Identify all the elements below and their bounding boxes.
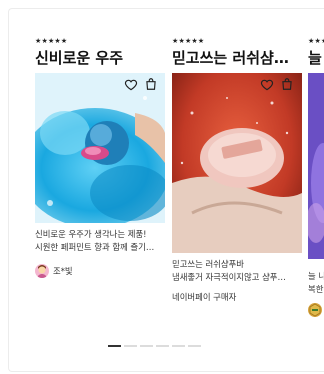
reviewer: [308, 303, 322, 317]
review-text: 늘 나 복한: [308, 270, 324, 296]
review-title: 늘: [308, 49, 322, 67]
avatar: [35, 264, 49, 278]
review-text-line: 신비로운 우주가 생각나는 제품!: [35, 229, 147, 239]
rating-stars: ★★★★★: [172, 37, 205, 45]
product-image[interactable]: [308, 73, 324, 259]
reviewer: 네이버페이 구매자: [172, 291, 236, 303]
review-text: 믿고쓰는 러쉬샴푸바 냄새좋거 자극적이지않고 샴푸…: [172, 258, 302, 284]
reviewer: 조*빛: [35, 264, 73, 278]
pagination-dot[interactable]: [188, 345, 201, 347]
shopping-bag-icon[interactable]: [280, 77, 294, 91]
review-text-line: 시원한 페퍼민트 향과 함께 즐기…: [35, 242, 155, 252]
review-text: 신비로운 우주가 생각나는 제품! 시원한 페퍼민트 향과 함께 즐기…: [35, 228, 167, 254]
reviewer-name: 네이버페이 구매자: [172, 292, 237, 302]
review-carousel: ★★★★★ 신비로운 우주 신비로운 우주가 생각나는 제품! 시원한 페퍼민트…: [8, 8, 324, 372]
reviewer-name: 조*빛: [53, 266, 73, 276]
heart-icon[interactable]: [260, 78, 274, 92]
rating-stars: ★★★★★: [35, 37, 68, 45]
review-text-line: 늘 나: [308, 271, 324, 281]
review-title: 믿고쓰는 러쉬샴…: [172, 49, 289, 67]
product-image[interactable]: [35, 73, 165, 223]
pagination-dot[interactable]: [108, 345, 121, 347]
shopping-bag-icon[interactable]: [144, 77, 158, 91]
review-text-line: 믿고쓰는 러쉬샴푸바: [172, 259, 245, 269]
avatar: [308, 303, 322, 317]
pagination-dot[interactable]: [172, 345, 185, 347]
carousel-pagination: [108, 345, 201, 347]
review-text-line: 냄새좋거 자극적이지않고 샴푸…: [172, 272, 286, 282]
rating-stars: ★★★: [308, 37, 324, 45]
review-title: 신비로운 우주: [35, 49, 124, 67]
pagination-dot[interactable]: [124, 345, 137, 347]
pagination-dot[interactable]: [156, 345, 169, 347]
pagination-dot[interactable]: [140, 345, 153, 347]
product-image[interactable]: [172, 73, 302, 253]
heart-icon[interactable]: [124, 78, 138, 92]
review-text-line: 복한: [308, 284, 324, 294]
